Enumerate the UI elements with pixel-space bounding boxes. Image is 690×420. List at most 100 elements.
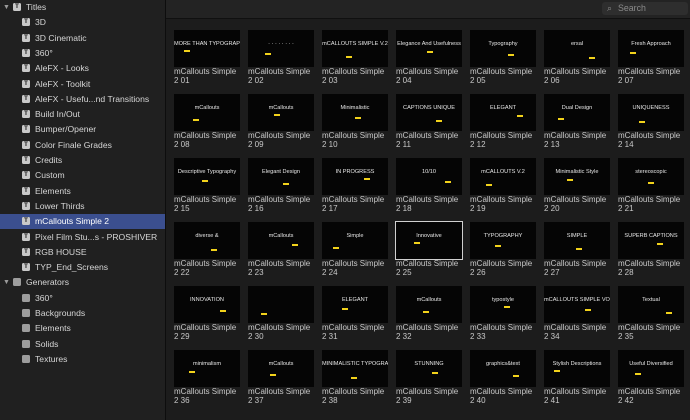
thumbnail-tile[interactable]: minimalism mCallouts Simple 2 36 xyxy=(174,350,240,405)
thumbnail-image[interactable]: Elegance And Usefulness xyxy=(396,30,462,67)
thumbnail-image[interactable]: diverse & xyxy=(174,222,240,259)
thumbnail-tile[interactable]: CAPTIONS UNIQUE mCallouts Simple 2 11 xyxy=(396,94,462,149)
thumbnail-tile[interactable]: ersal mCallouts Simple 2 06 xyxy=(544,30,610,85)
sidebar-item[interactable]: T TYP_End_Screens xyxy=(0,260,165,275)
thumbnail-image[interactable]: Descriptive Typography xyxy=(174,158,240,195)
thumbnail-image[interactable]: mCallouts xyxy=(248,350,314,387)
sidebar-item[interactable]: T AleFX - Usefu...nd Transitions xyxy=(0,92,165,107)
sidebar-item[interactable]: TmCallouts Simple 2 xyxy=(0,214,165,230)
thumbnail-image[interactable]: MINIMALISTIC TYPOGRAPHY xyxy=(322,350,388,387)
thumbnail-tile[interactable]: SIMPLE mCallouts Simple 2 27 xyxy=(544,222,610,277)
thumbnail-tile[interactable]: · · · · · · · · mCallouts Simple 2 02 xyxy=(248,30,314,85)
disclosure-triangle-icon[interactable]: ▼ xyxy=(2,0,11,15)
thumbnail-image[interactable]: mCALLOUTS SIMPLE VOLUME 2 xyxy=(544,286,610,323)
thumbnail-image[interactable]: Minimalistic Style xyxy=(544,158,610,195)
sidebar-item[interactable]: Textures xyxy=(0,352,165,367)
thumbnail-tile[interactable]: Textual mCallouts Simple 2 35 xyxy=(618,286,684,341)
thumbnail-tile[interactable]: IN PROGRESS mCallouts Simple 2 17 xyxy=(322,158,388,213)
disclosure-triangle-icon[interactable]: ▼ xyxy=(2,275,11,290)
thumbnail-image[interactable]: CAPTIONS UNIQUE xyxy=(396,94,462,131)
thumbnail-image[interactable]: Typography xyxy=(470,30,536,67)
thumbnail-image[interactable]: IN PROGRESS xyxy=(322,158,388,195)
thumbnail-tile[interactable]: mCallouts mCallouts Simple 2 09 xyxy=(248,94,314,149)
thumbnail-image[interactable]: UNIQUENESS xyxy=(618,94,684,131)
sidebar-item[interactable]: T 3D xyxy=(0,15,165,30)
sidebar-item[interactable]: Solids xyxy=(0,337,165,352)
thumbnail-image[interactable]: Stylish Descriptions xyxy=(544,350,610,387)
sidebar-item[interactable]: T Elements xyxy=(0,184,165,199)
sidebar-item[interactable]: T Pixel Film Stu...s - PROSHIVER xyxy=(0,230,165,245)
thumbnail-tile[interactable]: MINIMALISTIC TYPOGRAPHY mCallouts Simple … xyxy=(322,350,388,405)
sidebar-item[interactable]: T Lower Thirds xyxy=(0,199,165,214)
thumbnail-tile[interactable]: mCallouts mCallouts Simple 2 23 xyxy=(248,222,314,277)
thumbnail-image[interactable]: ELEGANT xyxy=(470,94,536,131)
thumbnail-tile[interactable]: Typography mCallouts Simple 2 05 xyxy=(470,30,536,85)
thumbnail-tile[interactable]: mCallouts mCallouts Simple 2 08 xyxy=(174,94,240,149)
sidebar-item[interactable]: 360° xyxy=(0,291,165,306)
sidebar-group-0[interactable]: ▼ T Titles xyxy=(0,0,165,15)
sidebar-item[interactable]: T 360° xyxy=(0,46,165,61)
thumbnail-image[interactable]: Innovative xyxy=(395,221,463,260)
thumbnail-tile[interactable]: Minimalistic mCallouts Simple 2 10 xyxy=(322,94,388,149)
thumbnail-image[interactable]: MORE THAN TYPOGRAPHY xyxy=(174,30,240,67)
thumbnail-tile[interactable]: INNOVATION mCallouts Simple 2 29 xyxy=(174,286,240,341)
thumbnail-tile[interactable]: ELEGANT mCallouts Simple 2 31 xyxy=(322,286,388,341)
thumbnail-image[interactable]: TYPOGRAPHY xyxy=(470,222,536,259)
thumbnail-image[interactable]: stereoscopic xyxy=(618,158,684,195)
sidebar-item[interactable]: T RGB HOUSE xyxy=(0,245,165,260)
thumbnail-tile[interactable]: Fresh Approach mCallouts Simple 2 07 xyxy=(618,30,684,85)
thumbnail-image[interactable]: Textual xyxy=(618,286,684,323)
sidebar-item[interactable]: T Credits xyxy=(0,153,165,168)
thumbnail-tile[interactable]: graphics&text mCallouts Simple 2 40 xyxy=(470,350,536,405)
sidebar-item[interactable]: T AleFX - Toolkit xyxy=(0,77,165,92)
thumbnail-image[interactable]: INNOVATION xyxy=(174,286,240,323)
thumbnail-image[interactable]: Dual Design xyxy=(544,94,610,131)
thumbnail-tile[interactable]: ELEGANT mCallouts Simple 2 12 xyxy=(470,94,536,149)
sidebar-item[interactable]: T Build In/Out xyxy=(0,107,165,122)
thumbnail-image[interactable]: SIMPLE xyxy=(544,222,610,259)
thumbnail-image[interactable]: 10/10 xyxy=(396,158,462,195)
thumbnail-image[interactable]: SUPERB CAPTIONS xyxy=(618,222,684,259)
thumbnail-tile[interactable]: Dual Design mCallouts Simple 2 13 xyxy=(544,94,610,149)
thumbnail-tile[interactable]: SUPERB CAPTIONS mCallouts Simple 2 28 xyxy=(618,222,684,277)
thumbnail-tile[interactable]: mCallouts Simple 2 30 xyxy=(248,286,314,341)
thumbnail-image[interactable]: mCALLOUTS SIMPLE V.2 xyxy=(322,30,388,67)
sidebar-item[interactable]: T 3D Cinematic xyxy=(0,31,165,46)
thumbnail-image[interactable]: Elegant Design xyxy=(248,158,314,195)
thumbnail-image[interactable]: Minimalistic xyxy=(322,94,388,131)
thumbnail-image[interactable]: STUNNING xyxy=(396,350,462,387)
thumbnail-tile[interactable]: mCALLOUTS V.2 mCallouts Simple 2 19 xyxy=(470,158,536,213)
thumbnail-image[interactable]: ELEGANT xyxy=(322,286,388,323)
sidebar-item[interactable]: Backgrounds xyxy=(0,306,165,321)
sidebar-item[interactable]: T Custom xyxy=(0,168,165,183)
thumbnail-tile[interactable]: typostyle mCallouts Simple 2 33 xyxy=(470,286,536,341)
thumbnail-image[interactable]: mCallouts xyxy=(248,94,314,131)
sidebar-item[interactable]: T Color Finale Grades xyxy=(0,138,165,153)
thumbnail-tile[interactable]: Elegant Design mCallouts Simple 2 16 xyxy=(248,158,314,213)
thumbnail-image[interactable]: minimalism xyxy=(174,350,240,387)
thumbnail-tile[interactable]: Useful Diversified mCallouts Simple 2 42 xyxy=(618,350,684,405)
thumbnail-tile[interactable]: Simple mCallouts Simple 2 24 xyxy=(322,222,388,277)
thumbnail-tile[interactable]: stereoscopic mCallouts Simple 2 21 xyxy=(618,158,684,213)
thumbnail-image[interactable]: ersal xyxy=(544,30,610,67)
thumbnail-image[interactable]: mCallouts xyxy=(248,222,314,259)
thumbnail-image[interactable]: mCallouts xyxy=(174,94,240,131)
thumbnail-image[interactable]: Simple xyxy=(322,222,388,259)
thumbnail-tile[interactable]: mCallouts mCallouts Simple 2 37 xyxy=(248,350,314,405)
thumbnail-tile[interactable]: STUNNING mCallouts Simple 2 39 xyxy=(396,350,462,405)
thumbnail-tile[interactable]: UNIQUENESS mCallouts Simple 2 14 xyxy=(618,94,684,149)
thumbnail-tile[interactable]: Elegance And Usefulness mCallouts Simple … xyxy=(396,30,462,85)
thumbnail-tile[interactable]: mCALLOUTS SIMPLE V.2 mCallouts Simple 2 0… xyxy=(322,30,388,85)
thumbnail-image[interactable] xyxy=(248,286,314,323)
sidebar-group-1[interactable]: ▼ Generators xyxy=(0,275,165,290)
thumbnail-image[interactable]: mCallouts xyxy=(396,286,462,323)
thumbnail-image[interactable]: · · · · · · · · xyxy=(248,30,314,67)
search-field[interactable]: ⌕ Search xyxy=(602,2,688,15)
thumbnail-image[interactable]: Fresh Approach xyxy=(618,30,684,67)
thumbnail-tile[interactable]: Stylish Descriptions mCallouts Simple 2 4… xyxy=(544,350,610,405)
thumbnail-tile[interactable]: MORE THAN TYPOGRAPHY mCallouts Simple 2 0… xyxy=(174,30,240,85)
thumbnail-image[interactable]: Useful Diversified xyxy=(618,350,684,387)
thumbnail-tile[interactable]: mCALLOUTS SIMPLE VOLUME 2 mCallouts Simpl… xyxy=(544,286,610,341)
thumbnail-tile[interactable]: diverse & mCallouts Simple 2 22 xyxy=(174,222,240,277)
thumbnail-tile[interactable]: TYPOGRAPHY mCallouts Simple 2 26 xyxy=(470,222,536,277)
